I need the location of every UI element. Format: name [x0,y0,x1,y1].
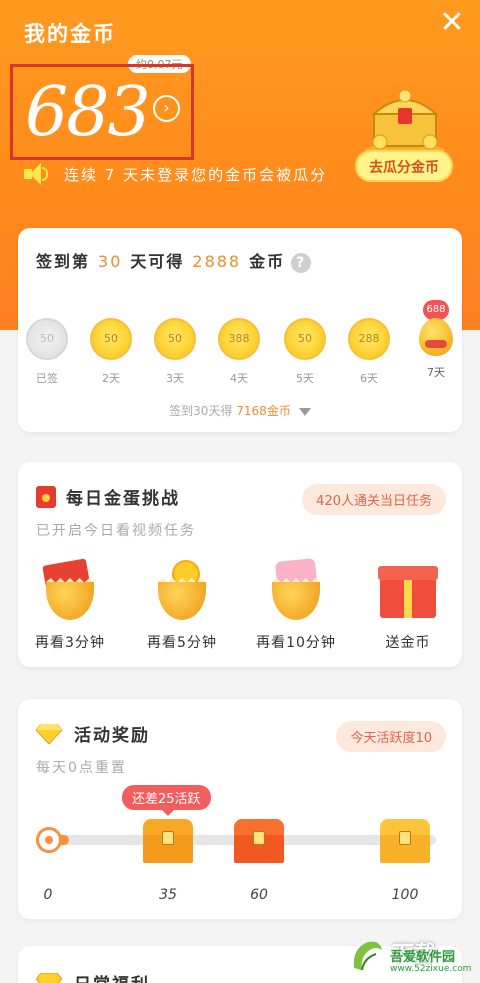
caret-down-icon[interactable] [298,407,311,416]
activity-reward-card: 活动奖励 今天活跃度10 每天0点重置 还差25活跃 0 35 60 100 [18,699,462,919]
milestone-label: 60 [250,887,268,903]
diamond-icon [36,723,62,744]
signin-day-label: 已签 [36,372,58,385]
divide-coins-button[interactable]: 去瓜分金币 [355,150,453,182]
challenge-subtitle: 已开启今日看视频任务 [36,523,196,539]
speaker-icon [24,163,50,185]
task-item-watch-10min[interactable]: 再看10分钟 [246,557,346,652]
challenge-count-pill: 420人通关当日任务 [302,484,446,515]
signin-coin-amount: 2888 [192,252,242,271]
signin-day-1: 50 已签 [26,318,68,386]
reward-chest-60[interactable] [234,819,284,863]
signin-day-4: 388 4天 [218,318,260,386]
signin-day-2: 50 2天 [90,318,132,386]
task-item-watch-3min[interactable]: 再看3分钟 [20,558,120,652]
signin-suffix: 金币 [249,252,286,271]
watermark-logo-icon [353,941,382,971]
signin-footer[interactable]: 签到30天得 7168金币 [18,402,462,419]
signin-day-5: 50 5天 [284,318,326,386]
watermark-url: www.52zixue.com [390,964,472,974]
day7-reward-badge: 688 [423,300,449,320]
warning-row: 连续 7 天未登录您的金币会被瓜分 [24,160,327,188]
egg-challenge-card: 每日金蛋挑战 420人通关当日任务 已开启今日看视频任务 再看3分钟 再看5分钟… [18,462,462,667]
signin-day-number: 30 [98,252,123,271]
signin-day-7: 688 7天 [414,300,458,380]
signin-day-label: 3天 [166,372,184,385]
task-item-watch-5min[interactable]: 再看5分钟 [132,560,232,652]
milestone-label: 35 [159,887,177,903]
egg-coins-icon [152,560,212,620]
page-title: 我的金币 [24,22,116,46]
signin-card: 签到第 30 天可得 2888 金币? 50 已签 50 2天 50 3天 388 4天… [18,228,462,432]
signin-day-label: 7天 [427,366,445,379]
reward-chest-35[interactable] [143,819,193,863]
signin-title: 签到第 30 天可得 2888 金币? [36,248,312,273]
egg-challenge-title: 每日金蛋挑战 [36,484,180,509]
task-label: 再看10分钟 [256,635,336,651]
signin-day-label: 4天 [230,372,248,385]
watermark-name: 吾爱软件园 [390,950,456,965]
egg-pink-gift-icon [266,557,326,620]
chevron-right-icon[interactable]: › [153,95,180,122]
daily-benefits-title: 日常福利 [36,970,150,983]
watermark: 下载 吾爱软件园 www.52zixue.com [350,930,480,983]
task-label: 再看3分钟 [35,635,105,651]
coin-icon: 50 [284,318,326,360]
egg-challenge-title-text: 每日金蛋挑战 [66,489,180,509]
activity-subtitle: 每天0点重置 [36,760,127,776]
signin-footer-highlight: 7168金币 [236,404,291,418]
task-item-send-coins[interactable]: 送金币 [358,560,458,652]
signin-day-6: 288 6天 [348,318,390,386]
coin-icon: 50 [26,318,68,360]
warning-text: 连续 7 天未登录您的金币会被瓜分 [64,165,328,184]
milestone-label: 100 [391,887,419,903]
reward-chest-100[interactable] [380,819,430,863]
help-icon[interactable]: ? [291,252,312,273]
gift-box-icon [378,560,438,620]
coin-balance-highlight[interactable]: 683 › [10,64,194,160]
task-label: 送金币 [385,635,431,651]
diamond-icon [36,972,62,983]
signin-middle: 天可得 [130,252,185,271]
golden-egg-icon [419,318,453,356]
signin-footer-prefix: 签到30天得 [169,404,233,418]
coin-icon: 288 [348,318,390,360]
treasure-chest-icon [365,89,445,156]
signin-day-label: 2天 [102,372,120,385]
milestone-label: 0 [43,887,53,903]
close-button[interactable]: ✕ [438,8,466,38]
activity-level-pill: 今天活跃度10 [336,721,446,752]
coin-icon: 50 [154,318,196,360]
signin-day-label: 5天 [296,372,314,385]
activity-title-text: 活动奖励 [74,726,150,746]
task-label: 再看5分钟 [147,635,217,651]
signin-day-label: 6天 [360,372,378,385]
coin-icon: 50 [90,318,132,360]
signin-day-3: 50 3天 [154,318,196,386]
coin-balance: 683 [25,73,151,152]
red-envelope-icon [36,485,56,508]
signin-prefix: 签到第 [36,252,91,271]
activity-remaining-bubble: 还差25活跃 [122,785,211,816]
daily-benefits-title-text: 日常福利 [74,970,150,983]
coin-icon: 388 [218,318,260,360]
progress-marker [36,827,62,853]
egg-red-envelope-icon [40,558,100,620]
activity-title: 活动奖励 [36,721,150,746]
